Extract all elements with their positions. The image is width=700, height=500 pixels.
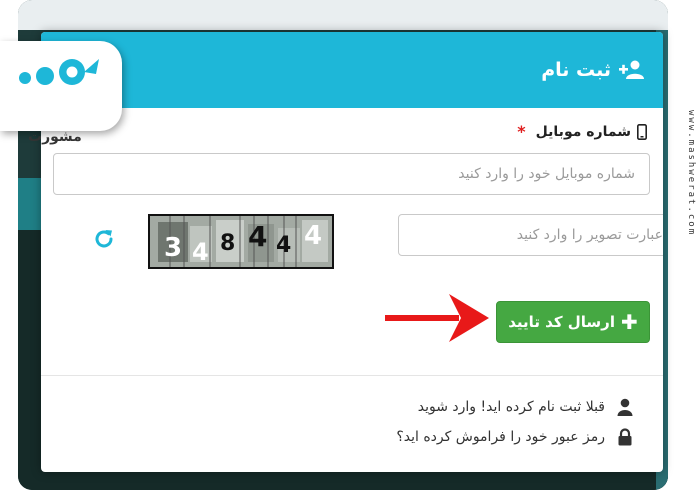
svg-text:8: 8 <box>220 231 235 256</box>
forgot-link-text: رمز عبور خود را فراموش کرده اید؟ <box>396 429 605 445</box>
background-topbar <box>18 0 668 30</box>
mobile-phone-icon <box>637 123 647 140</box>
captcha-image: 3 4 8 4 4 4 <box>148 214 334 269</box>
login-link[interactable]: قبلا ثبت نام کرده اید! وارد شوید <box>418 398 633 416</box>
login-link-text: قبلا ثبت نام کرده اید! وارد شوید <box>417 399 605 415</box>
lock-icon <box>618 428 632 446</box>
captcha-graphic: 3 4 8 4 4 4 <box>150 216 332 267</box>
forgot-password-link[interactable]: رمز عبور خود را فراموش کرده اید؟ <box>396 428 633 446</box>
svg-text:4: 4 <box>276 233 291 258</box>
red-arrow-annotation <box>385 294 489 342</box>
footer-divider <box>41 375 663 376</box>
modal-title: ثبت نام <box>541 59 645 81</box>
svg-text:3: 3 <box>164 233 182 263</box>
site-watermark: www.mashwerat.com <box>686 110 696 237</box>
mobile-input[interactable] <box>53 153 650 195</box>
svg-text:4: 4 <box>304 221 322 251</box>
send-code-button[interactable]: ✚ ارسال کد تایید <box>496 301 650 343</box>
registration-modal: ثبت نام شماره موبایل * 3 <box>41 32 663 472</box>
mobile-field-label: شماره موبایل * <box>517 122 647 141</box>
svg-text:4: 4 <box>248 220 267 253</box>
plus-icon: ✚ <box>620 310 638 334</box>
mobile-label-text: شماره موبایل <box>535 123 631 140</box>
user-icon <box>617 398 633 416</box>
logo-text: مشورت <box>28 129 82 145</box>
refresh-icon[interactable] <box>92 227 116 251</box>
captcha-input[interactable] <box>398 214 663 256</box>
send-code-label: ارسال کد تایید <box>508 313 615 331</box>
svg-text:4: 4 <box>192 238 209 266</box>
modal-title-text: ثبت نام <box>541 59 611 81</box>
user-plus-icon <box>619 60 644 79</box>
logo-icon <box>19 59 99 85</box>
required-marker: * <box>517 122 526 141</box>
modal-header: ثبت نام <box>41 32 663 108</box>
site-logo: مشورت <box>0 41 122 145</box>
